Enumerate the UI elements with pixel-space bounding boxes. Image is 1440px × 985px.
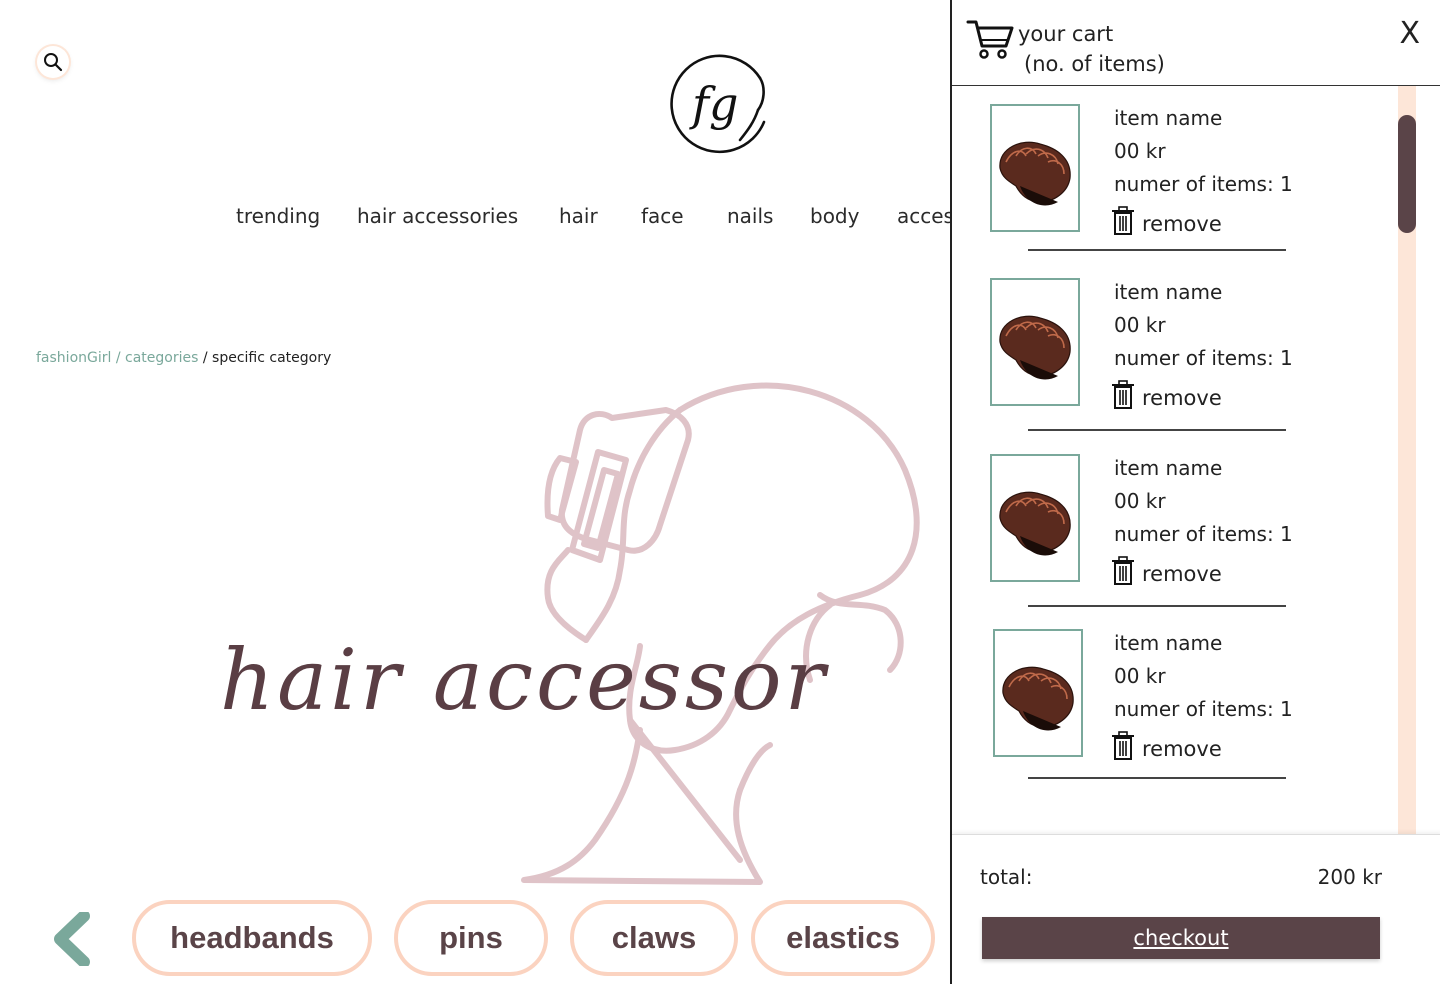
hair-claw-image bbox=[999, 141, 1071, 206]
nav-item-hair[interactable]: hair bbox=[559, 204, 598, 228]
item-price: 00 kr bbox=[1114, 664, 1166, 688]
product-thumbnail[interactable] bbox=[990, 104, 1080, 232]
breadcrumb-root[interactable]: fashionGirl bbox=[36, 350, 111, 366]
nav-item-nails[interactable]: nails bbox=[727, 204, 773, 228]
chip-claws[interactable]: claws bbox=[570, 900, 738, 976]
chip-label: headbands bbox=[170, 920, 334, 955]
breadcrumb-current: specific category bbox=[212, 350, 332, 366]
item-divider bbox=[1028, 605, 1286, 607]
item-quantity: numer of items: 1 bbox=[1114, 697, 1293, 721]
item-divider bbox=[1028, 429, 1286, 431]
breadcrumb-separator: / bbox=[111, 350, 126, 366]
cart-title: your cart bbox=[1018, 22, 1114, 46]
trash-icon bbox=[1112, 206, 1134, 235]
hero-title-text: hair accessor bbox=[220, 631, 828, 729]
hair-claw-image bbox=[1002, 666, 1074, 731]
cart-header: your cart (no. of items) X bbox=[952, 0, 1440, 86]
chip-label: claws bbox=[611, 920, 697, 955]
cart-item-list[interactable]: item name 00 kr numer of items: 1 remove bbox=[952, 86, 1440, 834]
total-value: 200 kr bbox=[1317, 865, 1382, 889]
search-icon bbox=[44, 53, 63, 72]
item-name[interactable]: item name bbox=[1114, 631, 1222, 655]
cart-item-count: (no. of items) bbox=[1024, 52, 1165, 76]
remove-item-button[interactable]: remove bbox=[1112, 556, 1222, 586]
item-price: 00 kr bbox=[1114, 139, 1166, 163]
hero-title: hair accessor bbox=[220, 620, 950, 740]
remove-label: remove bbox=[1142, 562, 1222, 586]
search-button[interactable] bbox=[37, 46, 69, 78]
nav-item-trending[interactable]: trending bbox=[236, 204, 320, 228]
item-quantity: numer of items: 1 bbox=[1114, 346, 1293, 370]
hair-claw-image bbox=[999, 491, 1071, 556]
product-thumbnail[interactable] bbox=[990, 454, 1080, 582]
cart-footer: total: 200 kr checkout bbox=[952, 834, 1440, 985]
cart-item: item name 00 kr numer of items: 1 remove bbox=[952, 629, 1392, 799]
cart-panel: your cart (no. of items) X item name 00 … bbox=[950, 0, 1440, 985]
item-price: 00 kr bbox=[1114, 313, 1166, 337]
breadcrumb-categories[interactable]: categories bbox=[125, 350, 198, 366]
item-name[interactable]: item name bbox=[1114, 456, 1222, 480]
chip-label: elastics bbox=[786, 920, 900, 955]
nav-item-accessories[interactable]: acces bbox=[897, 204, 950, 228]
chevron-left-icon[interactable] bbox=[50, 912, 90, 966]
chip-elastics[interactable]: elastics bbox=[751, 900, 935, 976]
remove-item-button[interactable]: remove bbox=[1112, 380, 1222, 410]
chip-pins[interactable]: pins bbox=[394, 900, 548, 976]
remove-item-button[interactable]: remove bbox=[1112, 731, 1222, 761]
category-nav: trending hair accessories hair face nail… bbox=[0, 204, 950, 234]
product-thumbnail[interactable] bbox=[993, 629, 1083, 757]
cart-scrollbar-thumb[interactable] bbox=[1398, 115, 1416, 233]
shopping-cart-icon bbox=[966, 20, 1014, 59]
item-price: 00 kr bbox=[1114, 489, 1166, 513]
cart-item: item name 00 kr numer of items: 1 remove bbox=[952, 278, 1392, 448]
checkout-button[interactable]: checkout bbox=[982, 917, 1380, 959]
close-cart-button[interactable]: X bbox=[1399, 16, 1420, 51]
breadcrumb: fashionGirl / categories / specific cate… bbox=[36, 350, 331, 366]
trash-icon bbox=[1112, 556, 1134, 585]
chip-label: pins bbox=[439, 920, 503, 955]
item-name[interactable]: item name bbox=[1114, 280, 1222, 304]
cart-item: item name 00 kr numer of items: 1 remove bbox=[952, 454, 1392, 624]
item-divider bbox=[1028, 249, 1286, 251]
trash-icon bbox=[1112, 731, 1134, 760]
hair-claw-image bbox=[999, 315, 1071, 380]
remove-label: remove bbox=[1142, 212, 1222, 236]
brand-logo[interactable]: fg bbox=[668, 44, 772, 158]
trash-icon bbox=[1112, 380, 1134, 409]
total-label: total: bbox=[980, 865, 1033, 889]
item-name[interactable]: item name bbox=[1114, 106, 1222, 130]
logo-monogram: fg bbox=[689, 77, 738, 131]
remove-label: remove bbox=[1142, 737, 1222, 761]
nav-item-body[interactable]: body bbox=[810, 204, 859, 228]
item-quantity: numer of items: 1 bbox=[1114, 522, 1293, 546]
nav-item-face[interactable]: face bbox=[641, 204, 684, 228]
item-quantity: numer of items: 1 bbox=[1114, 172, 1293, 196]
nav-item-hair-accessories[interactable]: hair accessories bbox=[357, 204, 518, 228]
remove-label: remove bbox=[1142, 386, 1222, 410]
breadcrumb-separator: / bbox=[198, 350, 213, 366]
remove-item-button[interactable]: remove bbox=[1112, 206, 1222, 236]
checkout-label: checkout bbox=[1133, 926, 1229, 950]
item-divider bbox=[1028, 777, 1286, 779]
product-thumbnail[interactable] bbox=[990, 278, 1080, 406]
chip-headbands[interactable]: headbands bbox=[132, 900, 372, 976]
